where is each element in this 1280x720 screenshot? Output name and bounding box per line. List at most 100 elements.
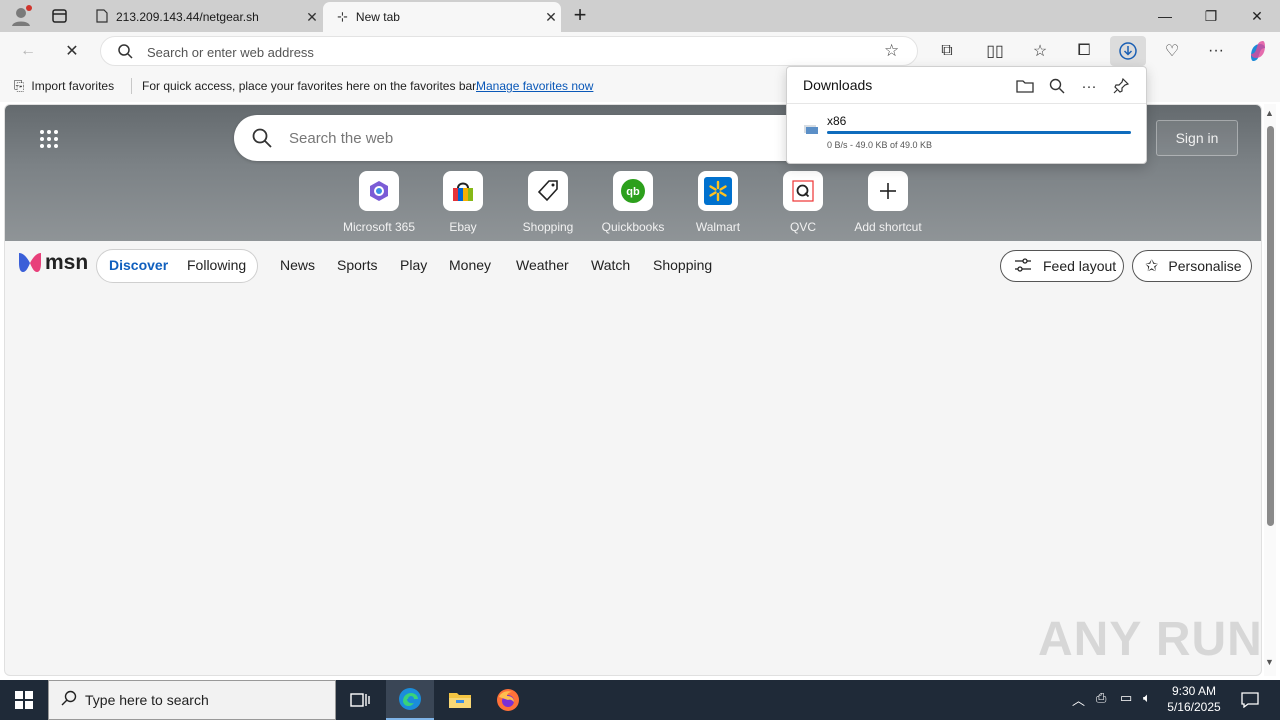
close-tab-icon[interactable]: ✕ [302, 9, 322, 26]
clock-date: 5/16/2025 [1167, 700, 1221, 714]
tab-following[interactable]: Following [187, 257, 246, 273]
svg-text:qb: qb [626, 186, 640, 198]
restore-button[interactable]: ❐ [1188, 0, 1234, 32]
feed-layout-label: Feed layout [1043, 258, 1117, 274]
walmart-icon [698, 171, 738, 211]
notifications-icon[interactable] [1226, 680, 1274, 720]
favorites-icon[interactable]: ☆ [1026, 38, 1054, 64]
shortcut-shopping[interactable]: Shopping [508, 171, 588, 234]
nav-sports[interactable]: Sports [337, 257, 377, 273]
browser-essentials-icon[interactable]: ♡ [1158, 38, 1186, 64]
favorites-divider [131, 78, 132, 94]
split-screen-icon[interactable]: ▯▯ [981, 38, 1009, 64]
nav-money[interactable]: Money [449, 257, 491, 273]
qvc-icon [783, 171, 823, 211]
pin-icon[interactable] [1108, 75, 1134, 97]
new-tab-button[interactable]: + [568, 4, 592, 28]
downloads-title: Downloads [803, 77, 873, 93]
shortcut-ebay[interactable]: Ebay [423, 171, 503, 234]
network-drive-icon[interactable]: ⎙ [1096, 690, 1106, 706]
minimize-button[interactable]: — [1142, 0, 1188, 32]
settings-more-icon[interactable]: ··· [1202, 38, 1230, 64]
volume-icon[interactable]: 🔈︎ [1143, 690, 1151, 706]
msn-logo-text: msn [45, 251, 89, 274]
profile-icon[interactable] [10, 5, 32, 27]
msn-logo[interactable]: msn [17, 251, 88, 275]
shortcut-quickbooks[interactable]: qb Quickbooks [593, 171, 673, 234]
quickbooks-icon: qb [613, 171, 653, 211]
downloads-icon[interactable] [1110, 36, 1146, 66]
favorite-star-icon[interactable]: ☆ [884, 41, 899, 61]
file-explorer-icon[interactable] [436, 680, 484, 720]
open-folder-icon[interactable] [1012, 75, 1038, 97]
search-downloads-icon[interactable] [1044, 75, 1070, 97]
tab-discover[interactable]: Discover [109, 257, 168, 273]
close-window-button[interactable]: ✕ [1234, 0, 1280, 32]
shortcut-qvc[interactable]: QVC [763, 171, 843, 234]
import-favorites-button[interactable]: ⎘ Import favorites [14, 78, 114, 94]
tab-netgear[interactable]: 213.209.143.44/netgear.sh ✕ [86, 2, 322, 32]
scrollbar-thumb[interactable] [1267, 126, 1274, 526]
web-search-input[interactable] [289, 128, 769, 148]
close-tab-icon[interactable]: ✕ [541, 9, 561, 26]
new-tab-page: Sign in Microsoft 365 Ebay Shopping qb Q… [4, 104, 1262, 676]
firefox-icon[interactable] [484, 680, 532, 720]
toolbar: ← ✕ ☆ ⧉ ▯▯ ☆ ⧠ ♡ ··· [0, 32, 1280, 70]
sparkle-icon: ✩ [1145, 258, 1159, 275]
download-progress-fill [827, 131, 1131, 134]
copilot-icon[interactable] [1244, 38, 1272, 64]
page-scrollbar[interactable]: ▲ ▼ [1264, 104, 1276, 676]
web-search-box[interactable] [234, 115, 814, 161]
nav-play[interactable]: Play [400, 257, 427, 273]
nav-weather[interactable]: Weather [516, 257, 569, 273]
tab-label: New tab [355, 10, 400, 24]
edge-taskbar-icon[interactable] [386, 680, 434, 720]
feed-layout-button[interactable]: Feed layout [1000, 250, 1124, 282]
show-hidden-icons-chevron[interactable]: ︿ [1072, 690, 1085, 709]
tab-actions-icon[interactable] [50, 7, 70, 25]
shortcut-microsoft-365[interactable]: Microsoft 365 [339, 171, 419, 234]
import-favorites-label: Import favorites [31, 79, 115, 93]
search-icon [117, 43, 133, 64]
import-icon: ⎘ [14, 78, 25, 93]
address-bar[interactable]: ☆ [100, 36, 918, 66]
task-view-icon[interactable] [336, 680, 384, 720]
download-progress-bar [827, 131, 1131, 134]
more-options-icon[interactable]: ··· [1076, 75, 1102, 97]
shortcut-add[interactable]: Add shortcut [848, 171, 928, 234]
shortcut-label: Walmart [695, 220, 741, 234]
shortcut-label: Microsoft 365 [342, 220, 416, 234]
taskbar: ︿ ⎙ ▭ 🔈︎ 9:30 AM 5/16/2025 [0, 680, 1280, 720]
scroll-down-arrow[interactable]: ▼ [1265, 657, 1274, 667]
ebay-icon [443, 171, 483, 211]
back-arrow-icon[interactable]: ← [14, 38, 42, 64]
system-clock[interactable]: 9:30 AM 5/16/2025 [1162, 683, 1226, 715]
start-button[interactable] [0, 680, 48, 720]
sign-in-button[interactable]: Sign in [1156, 120, 1238, 156]
collections-icon[interactable]: ⧠ [1070, 38, 1098, 64]
nav-watch[interactable]: Watch [591, 257, 630, 273]
taskbar-search-box[interactable] [48, 680, 336, 720]
tab-label: 213.209.143.44/netgear.sh [116, 10, 259, 24]
nav-news[interactable]: News [280, 257, 315, 273]
tab-new-tab[interactable]: ⊹ New tab ✕ [323, 2, 561, 32]
personalise-button[interactable]: ✩ Personalise [1132, 250, 1252, 282]
downloads-header-divider [787, 103, 1146, 104]
title-bar: 213.209.143.44/netgear.sh ✕ ⊹ New tab ✕ … [0, 0, 1280, 32]
shortcut-walmart[interactable]: Walmart [678, 171, 758, 234]
msn-nav-row: msn Discover Following News Sports Play … [5, 241, 1261, 291]
nav-shopping[interactable]: Shopping [653, 257, 712, 273]
stop-loading-icon[interactable]: ✕ [58, 38, 86, 64]
scroll-up-arrow[interactable]: ▲ [1265, 108, 1274, 118]
network-icon[interactable]: ▭ [1120, 690, 1132, 706]
favorites-message: For quick access, place your favorites h… [142, 79, 479, 93]
extensions-icon[interactable]: ⧉ [933, 38, 961, 64]
shortcut-label: Ebay [449, 220, 477, 234]
manage-favorites-link[interactable]: Manage favorites now [476, 79, 593, 93]
taskbar-search-input[interactable] [85, 692, 325, 708]
apps-launcher-icon[interactable] [39, 129, 59, 149]
shortcut-label: Add shortcut [854, 220, 922, 234]
address-input[interactable] [147, 43, 847, 61]
windows-logo-icon [15, 691, 33, 709]
new-tab-page-icon: ⊹ [337, 9, 348, 24]
